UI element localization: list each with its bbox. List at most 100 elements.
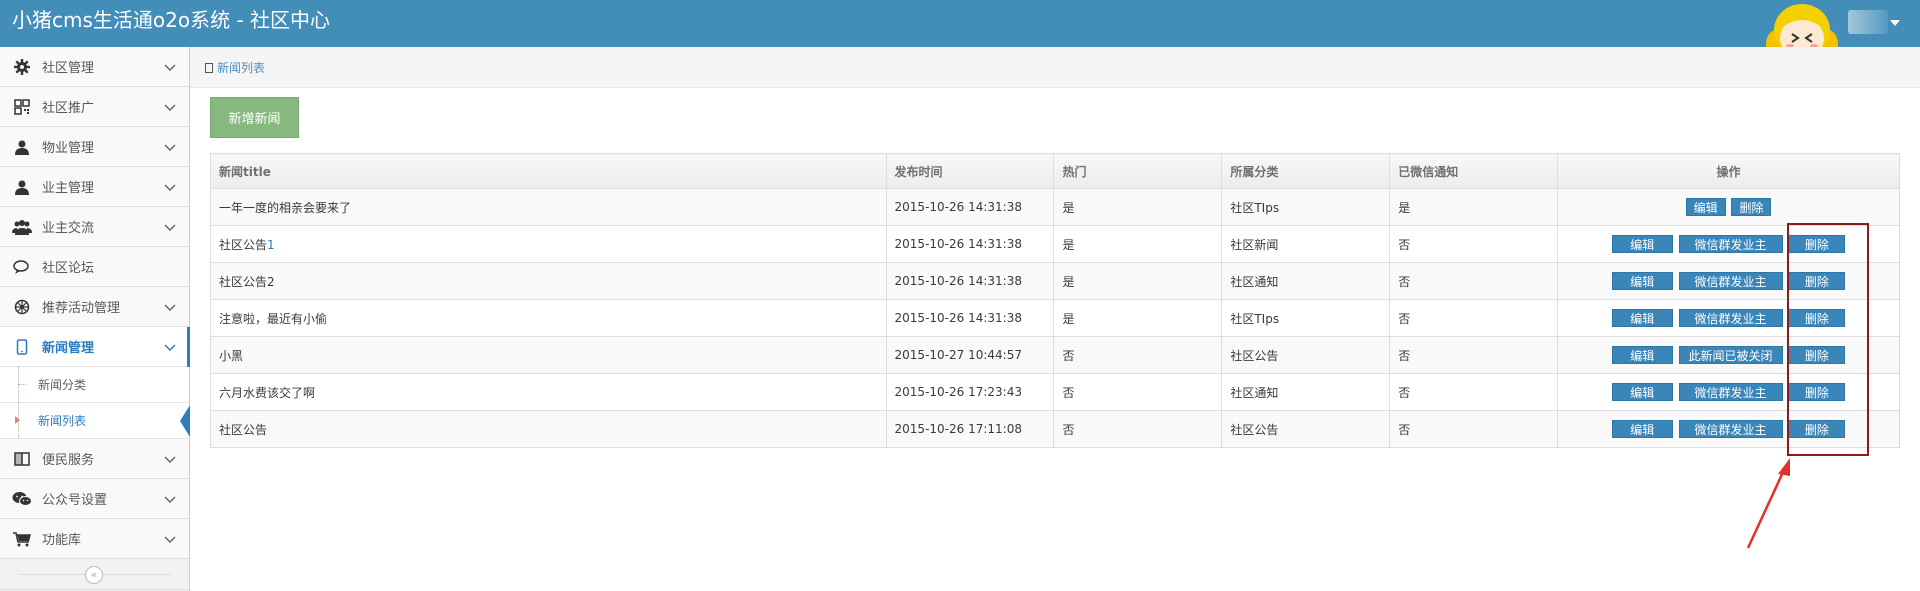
sidebar-item-owner-exchange[interactable]: 业主交流 — [0, 207, 189, 247]
breadcrumb[interactable]: 新闻列表 — [205, 59, 265, 76]
wechat-broadcast-button[interactable]: 微信群发业主 — [1678, 235, 1783, 253]
news-notified: 否 — [1389, 299, 1559, 337]
chevron-down-icon — [164, 183, 176, 191]
cart-icon — [12, 529, 32, 549]
news-title-cell: 六月水费该交了啊 — [210, 373, 887, 411]
edit-button[interactable]: 编辑 — [1685, 198, 1726, 216]
sidebar-item-promotion[interactable]: 社区推广 — [0, 87, 189, 127]
add-news-button[interactable]: 新增新闻 — [210, 97, 299, 138]
table-header-row: 新闻title 发布时间 热门 所属分类 已微信通知 操作 — [210, 153, 1900, 189]
news-category: 社区通知 — [1221, 262, 1391, 300]
sidebar-item-news[interactable]: 新闻管理 — [0, 327, 190, 367]
users-icon — [12, 217, 32, 237]
sidebar-subitem-news-category[interactable]: 新闻分类 — [0, 367, 189, 403]
sidebar-item-label: 社区推广 — [42, 101, 95, 116]
news-title: 一年一度的相亲会要来了 — [219, 200, 352, 215]
column-header-notified: 已微信通知 — [1389, 153, 1559, 189]
news-title-cell: 注意啦，最近有小偷 — [210, 299, 887, 337]
news-hot: 是 — [1053, 188, 1223, 226]
sidebar: 社区管理 社区推广 物业管理 业主管理 业主交流 社区论坛 推荐活动管理 新闻管… — [0, 47, 190, 591]
wechat-broadcast-button[interactable]: 微信群发业主 — [1678, 272, 1783, 290]
news-category: 社区新闻 — [1221, 225, 1391, 263]
sidebar-item-community[interactable]: 社区管理 — [0, 47, 189, 87]
edit-button[interactable]: 编辑 — [1611, 420, 1673, 438]
news-hot: 否 — [1053, 336, 1223, 374]
app-title: 小猪cms生活通o2o系统 - 社区中心 — [12, 8, 331, 32]
news-hot: 是 — [1053, 299, 1223, 337]
news-title-number: 1 — [267, 237, 275, 252]
edit-button[interactable]: 编辑 — [1611, 346, 1673, 364]
sidebar-subitem-news-list[interactable]: 新闻列表 — [0, 403, 190, 439]
breadcrumb-label: 新闻列表 — [217, 61, 266, 75]
annotation-arrow-icon — [1746, 458, 1790, 549]
delete-button[interactable]: 删除 — [1731, 198, 1772, 216]
news-title-cell: 一年一度的相亲会要来了 — [210, 188, 887, 226]
sidebar-item-activities[interactable]: 推荐活动管理 — [0, 287, 189, 327]
column-header-title: 新闻title — [210, 153, 887, 189]
tree-branch — [18, 384, 26, 385]
news-time: 2015-10-26 14:31:38 — [885, 225, 1055, 263]
mobile-icon — [12, 337, 32, 357]
sidebar-item-label: 便民服务 — [42, 453, 95, 468]
table-row: 注意啦，最近有小偷 2015-10-26 14:31:38 是 社区TIps 否… — [210, 299, 1900, 337]
news-title: 注意啦，最近有小偷 — [219, 311, 328, 326]
table-row: 小黑 2015-10-27 10:44:57 否 社区公告 否 编辑 此新闻已被… — [210, 336, 1900, 374]
chevron-down-icon — [164, 103, 176, 111]
sidebar-item-forum[interactable]: 社区论坛 — [0, 247, 189, 287]
chevron-down-icon — [164, 455, 176, 463]
sidebar-item-label: 公众号设置 — [42, 493, 108, 508]
news-time: 2015-10-26 17:11:08 — [885, 410, 1055, 448]
sidebar-item-label: 社区论坛 — [42, 261, 95, 276]
highlight-box — [1787, 223, 1869, 456]
column-header-actions: 操作 — [1557, 153, 1900, 189]
news-notified: 否 — [1389, 410, 1559, 448]
chevron-down-icon — [164, 63, 176, 71]
actions-cell: 编辑 删除 — [1557, 188, 1900, 226]
news-time: 2015-10-26 14:31:38 — [885, 299, 1055, 337]
sidebar-subitem-label: 新闻分类 — [38, 378, 87, 392]
collapse-sidebar-button[interactable]: « — [85, 566, 103, 584]
dharma-wheel-icon — [12, 297, 32, 317]
news-category: 社区通知 — [1221, 373, 1391, 411]
sidebar-item-label: 新闻管理 — [42, 341, 95, 356]
table-row: 社区公告 2015-10-26 17:11:08 否 社区公告 否 编辑 微信群… — [210, 410, 1900, 448]
sidebar-item-label: 推荐活动管理 — [42, 301, 121, 316]
news-closed-button[interactable]: 此新闻已被关闭 — [1678, 346, 1783, 364]
sidebar-item-label: 社区管理 — [42, 61, 95, 76]
wechat-broadcast-button[interactable]: 微信群发业主 — [1678, 309, 1783, 327]
news-time: 2015-10-26 14:31:38 — [885, 188, 1055, 226]
news-title: 社区公告2 — [219, 274, 275, 289]
active-pointer — [180, 405, 190, 437]
wechat-icon — [12, 489, 32, 509]
user-icon — [12, 137, 32, 157]
sidebar-item-label: 功能库 — [42, 533, 82, 548]
columns-icon — [12, 449, 32, 469]
chevron-down-icon — [164, 535, 176, 543]
news-title-cell: 社区公告1 — [210, 225, 887, 263]
news-hot: 是 — [1053, 262, 1223, 300]
user-name-area[interactable] — [1848, 10, 1888, 34]
edit-button[interactable]: 编辑 — [1611, 272, 1673, 290]
wechat-broadcast-button[interactable]: 微信群发业主 — [1678, 420, 1783, 438]
column-header-hot: 热门 — [1053, 153, 1223, 189]
sidebar-item-feature-library[interactable]: 功能库 — [0, 519, 189, 559]
gear-icon — [12, 57, 32, 77]
column-header-category: 所属分类 — [1221, 153, 1391, 189]
sidebar-item-property[interactable]: 物业管理 — [0, 127, 189, 167]
news-title: 社区公告 — [219, 422, 268, 437]
edit-button[interactable]: 编辑 — [1611, 383, 1673, 401]
edit-button[interactable]: 编辑 — [1611, 235, 1673, 253]
caret-down-icon[interactable] — [1890, 20, 1900, 26]
wechat-broadcast-button[interactable]: 微信群发业主 — [1678, 383, 1783, 401]
news-title: 小黑 — [219, 348, 244, 363]
breadcrumb-bar: 新闻列表 — [190, 47, 1920, 88]
news-notified: 否 — [1389, 225, 1559, 263]
sidebar-item-official-account[interactable]: 公众号设置 — [0, 479, 189, 519]
edit-button[interactable]: 编辑 — [1611, 309, 1673, 327]
sidebar-item-services[interactable]: 便民服务 — [0, 439, 189, 479]
sidebar-item-owners[interactable]: 业主管理 — [0, 167, 189, 207]
news-time: 2015-10-26 14:31:38 — [885, 262, 1055, 300]
comments-icon — [12, 257, 32, 277]
chevron-down-icon — [164, 143, 176, 151]
table-row: 社区公告2 2015-10-26 14:31:38 是 社区通知 否 编辑 微信… — [210, 262, 1900, 300]
